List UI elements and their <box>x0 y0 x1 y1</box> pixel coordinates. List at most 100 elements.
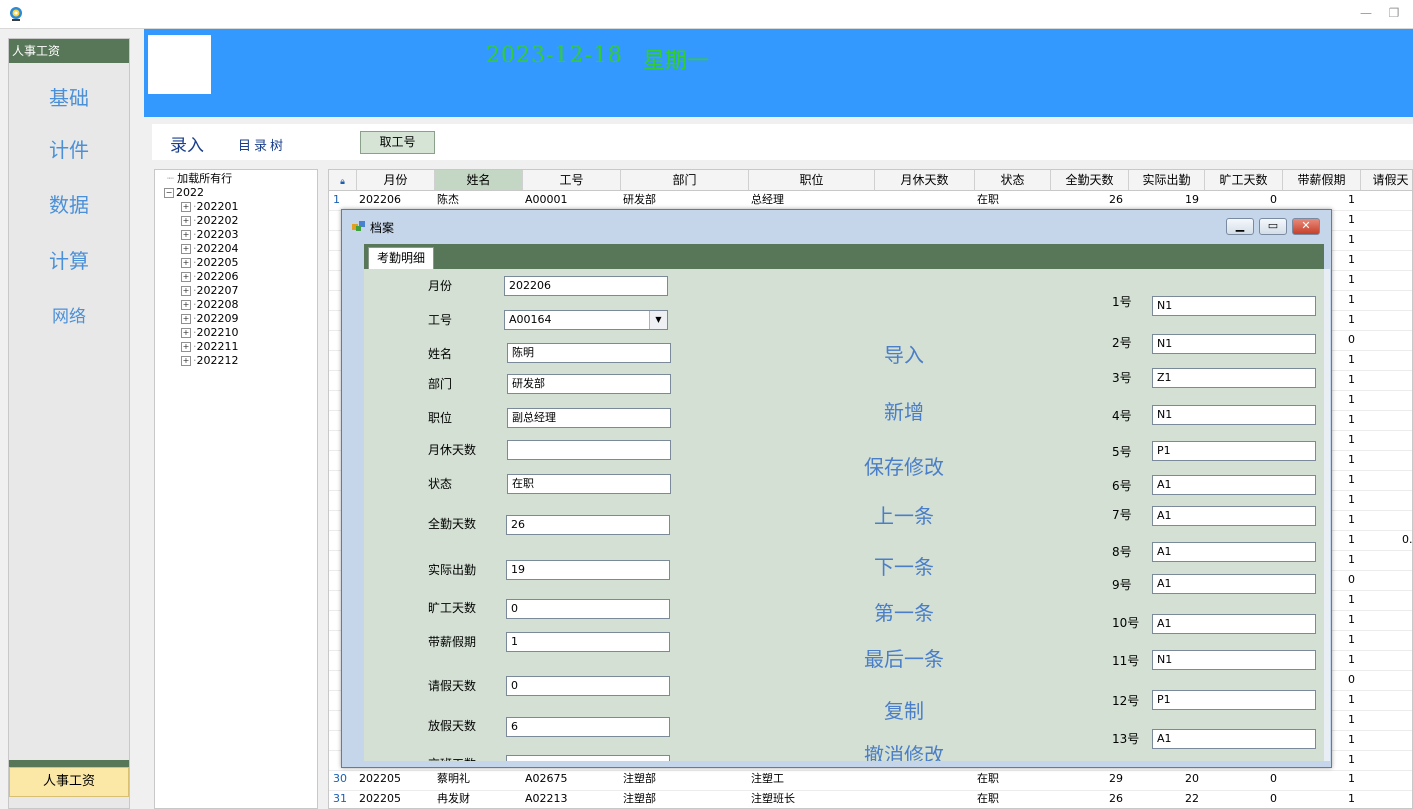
action-button[interactable]: 上一条 <box>834 500 974 529</box>
restore-button[interactable]: ❐ <box>1386 6 1402 20</box>
day-input[interactable]: N1 <box>1152 405 1316 425</box>
nav-item-network[interactable]: 网络 <box>9 302 129 327</box>
column-header[interactable]: 状态 <box>975 170 1051 190</box>
field-input[interactable]: 在职 <box>507 474 671 494</box>
field-label: 部门 <box>428 377 453 391</box>
tree-month-node[interactable]: + ·202208 <box>181 298 239 312</box>
expand-icon[interactable]: + <box>181 342 191 352</box>
day-input[interactable]: N1 <box>1152 296 1316 316</box>
tree-month-node[interactable]: + ·202209 <box>181 312 239 326</box>
day-input[interactable]: A1 <box>1152 729 1316 749</box>
expand-icon[interactable]: + <box>181 272 191 282</box>
nav-item-calculate[interactable]: 计算 <box>9 245 129 274</box>
expand-icon[interactable]: + <box>181 244 191 254</box>
day-input[interactable]: A1 <box>1152 506 1316 526</box>
nav-item-basic[interactable]: 基础 <box>9 82 129 111</box>
day-input[interactable]: P1 <box>1152 690 1316 710</box>
table-row[interactable]: 31 202205 冉发财 A02213 注塑部 注塑班长 在职 26 22 0 1 <box>329 789 1412 808</box>
tree-month-label: 202210 <box>196 326 239 339</box>
field-input[interactable]: 26 <box>506 515 670 535</box>
fetch-employee-id-button[interactable]: 取工号 <box>360 131 435 154</box>
expand-icon[interactable]: + <box>181 216 191 226</box>
tree-month-node[interactable]: + ·202211 <box>181 340 239 354</box>
column-header[interactable]: 全勤天数 <box>1051 170 1129 190</box>
column-header[interactable]: 旷工天数 <box>1205 170 1283 190</box>
table-row[interactable]: 1 202206 陈杰 A00001 研发部 总经理 在职 26 19 0 1 <box>329 190 1412 210</box>
action-button[interactable]: 新增 <box>834 396 974 425</box>
field-input[interactable] <box>506 755 670 761</box>
collapse-icon[interactable]: − <box>164 188 174 198</box>
tree-month-node[interactable]: + ·202212 <box>181 354 239 368</box>
column-header[interactable]: 职位 <box>749 170 875 190</box>
field-input[interactable]: 0 <box>506 599 670 619</box>
field-input[interactable]: 陈明 <box>507 343 671 363</box>
chevron-down-icon[interactable]: ▼ <box>649 311 667 329</box>
field-input[interactable]: 研发部 <box>507 374 671 394</box>
action-button[interactable]: 最后一条 <box>834 643 974 672</box>
expand-icon[interactable]: + <box>181 258 191 268</box>
field-input[interactable]: 0 <box>506 676 670 696</box>
day-input[interactable]: Z1 <box>1152 368 1316 388</box>
sidebar-hr-payroll-button[interactable]: 人事工资 <box>9 767 129 797</box>
field-input[interactable]: 6 <box>506 717 670 737</box>
field-input[interactable]: A00164 ▼ <box>504 310 668 330</box>
grid-select-all[interactable]: 🔒︎ <box>329 170 357 190</box>
column-header[interactable]: 月休天数 <box>875 170 975 190</box>
dialog-scrollbar[interactable] <box>1324 269 1330 761</box>
column-header[interactable]: 工号 <box>523 170 621 190</box>
tab-attendance-detail[interactable]: 考勤明细 <box>368 247 434 269</box>
tree-load-all[interactable]: ┈ 加载所有行 <box>167 172 232 186</box>
table-cell-paid: 1 <box>1348 293 1355 306</box>
tree-month-node[interactable]: + ·202210 <box>181 326 239 340</box>
nav-item-data[interactable]: 数据 <box>9 189 129 218</box>
column-header[interactable]: 请假天 <box>1361 170 1412 190</box>
expand-icon[interactable]: + <box>181 202 191 212</box>
column-header[interactable]: 带薪假期 <box>1283 170 1361 190</box>
tree-month-node[interactable]: + ·202205 <box>181 256 239 270</box>
day-input[interactable]: A1 <box>1152 475 1316 495</box>
day-input[interactable]: P1 <box>1152 441 1316 461</box>
expand-icon[interactable]: + <box>181 286 191 296</box>
action-button[interactable]: 撤消修改 <box>834 739 974 761</box>
nav-item-piecework[interactable]: 计件 <box>9 134 129 163</box>
column-header[interactable]: 月份 <box>357 170 435 190</box>
action-button[interactable]: 下一条 <box>834 551 974 580</box>
action-button[interactable]: 复制 <box>834 695 974 724</box>
tree-year-node[interactable]: −2022 <box>164 186 204 200</box>
dialog-minimize-button[interactable]: ▁ <box>1226 218 1254 235</box>
expand-icon[interactable]: + <box>181 314 191 324</box>
field-input[interactable]: 19 <box>506 560 670 580</box>
entry-label[interactable]: 录入 <box>170 131 204 156</box>
day-input[interactable]: A1 <box>1152 542 1316 562</box>
table-cell: A02213 <box>525 792 568 805</box>
expand-icon[interactable]: + <box>181 300 191 310</box>
tree-month-node[interactable]: + ·202204 <box>181 242 239 256</box>
column-header[interactable]: 部门 <box>621 170 749 190</box>
minimize-button[interactable]: — <box>1358 6 1374 20</box>
dialog-maximize-button[interactable]: ▭ <box>1259 218 1287 235</box>
tree-month-node[interactable]: + ·202206 <box>181 270 239 284</box>
action-button[interactable]: 第一条 <box>834 597 974 626</box>
field-input[interactable]: 副总经理 <box>507 408 671 428</box>
field-input[interactable] <box>507 440 671 460</box>
dialog-close-button[interactable]: ✕ <box>1292 218 1320 235</box>
field-input[interactable]: 1 <box>506 632 670 652</box>
table-row[interactable]: 30 202205 蔡明礼 A02675 注塑部 注塑工 在职 29 20 0 1 <box>329 769 1412 789</box>
expand-icon[interactable]: + <box>181 356 191 366</box>
expand-icon[interactable]: + <box>181 230 191 240</box>
tree-month-node[interactable]: + ·202201 <box>181 200 239 214</box>
day-input[interactable]: N1 <box>1152 334 1316 354</box>
expand-icon[interactable]: + <box>181 328 191 338</box>
day-input[interactable]: A1 <box>1152 614 1316 634</box>
field-input[interactable]: 202206 <box>504 276 668 296</box>
action-button[interactable]: 保存修改 <box>834 451 974 480</box>
tree-month-node[interactable]: + ·202202 <box>181 214 239 228</box>
directory-tree-link[interactable]: 目录树 <box>238 135 286 154</box>
day-input[interactable]: A1 <box>1152 574 1316 594</box>
action-button[interactable]: 导入 <box>834 339 974 368</box>
day-input[interactable]: N1 <box>1152 650 1316 670</box>
column-header[interactable]: 姓名 <box>435 170 523 190</box>
tree-month-node[interactable]: + ·202207 <box>181 284 239 298</box>
column-header[interactable]: 实际出勤 <box>1129 170 1205 190</box>
tree-month-node[interactable]: + ·202203 <box>181 228 239 242</box>
